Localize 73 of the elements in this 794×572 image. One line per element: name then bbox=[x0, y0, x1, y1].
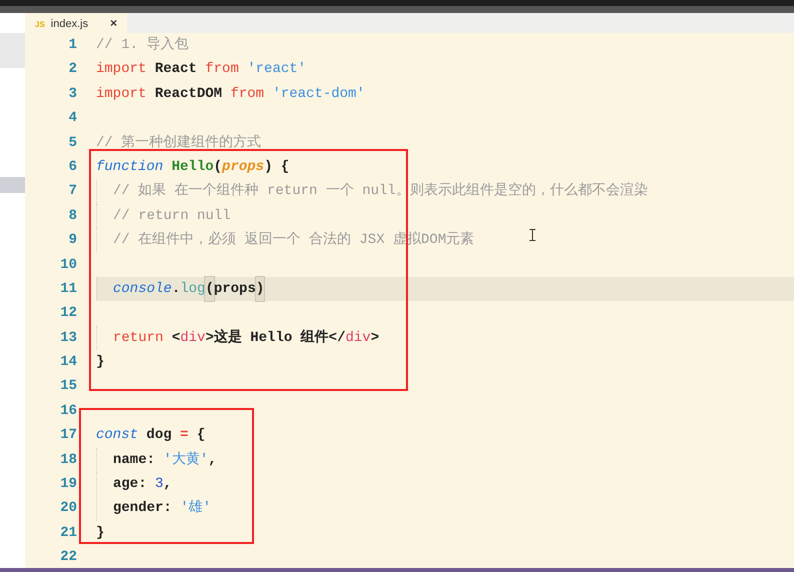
code-token: React bbox=[154, 60, 198, 80]
matched-bracket: ) bbox=[256, 276, 264, 302]
code-token: >这是 Hello 组件</ bbox=[205, 328, 346, 348]
code-token: < bbox=[170, 328, 180, 348]
line-number: 14 bbox=[59, 353, 77, 372]
code-token: import bbox=[96, 84, 146, 104]
code-token: const bbox=[96, 426, 138, 446]
sidebar-highlight bbox=[0, 33, 25, 68]
code-token: // return null bbox=[113, 206, 231, 226]
line-number: 11 bbox=[59, 280, 77, 299]
code-token: = bbox=[180, 426, 188, 446]
code-token: log bbox=[180, 280, 206, 299]
code-token: } bbox=[96, 353, 104, 372]
line-number: 21 bbox=[59, 524, 77, 543]
line-number: 3 bbox=[68, 84, 77, 104]
line-number: 16 bbox=[59, 402, 77, 421]
sidebar-highlight bbox=[0, 177, 25, 193]
close-icon[interactable]: × bbox=[110, 16, 118, 30]
code-token: dog bbox=[145, 426, 173, 446]
matched-bracket: ( bbox=[205, 276, 214, 302]
line-number: 20 bbox=[59, 499, 77, 518]
code-token: // 如果 在一个组件种 return 一个 null。则表示此组件是空的，什么都不会渲染 bbox=[113, 181, 648, 202]
code-token: import bbox=[96, 60, 146, 80]
code-token: Hello bbox=[170, 158, 214, 177]
file-tab[interactable]: JS index.js × bbox=[25, 13, 128, 33]
code-token: , bbox=[208, 450, 217, 470]
line-number: 15 bbox=[59, 377, 77, 396]
line-number: 22 bbox=[59, 548, 77, 568]
code-token: ReactDOM bbox=[154, 84, 224, 104]
code-token: props bbox=[222, 158, 264, 177]
code-token: div bbox=[180, 328, 206, 348]
code-token: , bbox=[163, 475, 172, 494]
code-token: { bbox=[196, 426, 206, 446]
line-number: 18 bbox=[59, 450, 77, 470]
code-token: // 在组件中，必须 返回一个 合法的 JSX 虚拟DOM元素 bbox=[113, 230, 474, 250]
code-token: 'react' bbox=[246, 60, 306, 80]
code-token: ) { bbox=[264, 158, 290, 177]
code-token: gender: bbox=[113, 499, 173, 518]
code-token: '大黄' bbox=[163, 450, 208, 470]
line-number: 7 bbox=[68, 182, 77, 202]
text-cursor-icon bbox=[529, 229, 536, 241]
code-token: name: bbox=[113, 450, 156, 470]
line-number: 5 bbox=[68, 134, 77, 153]
line-number: 9 bbox=[68, 231, 77, 250]
code-token: div bbox=[345, 328, 371, 348]
code-token: from bbox=[230, 84, 264, 104]
code-token: } bbox=[96, 524, 104, 543]
line-number: 10 bbox=[59, 256, 77, 275]
code-token: . bbox=[172, 280, 180, 299]
code-token: 'react-dom' bbox=[271, 84, 365, 104]
code-token: // 第一种创建组件的方式 bbox=[96, 133, 262, 153]
js-file-icon: JS bbox=[35, 20, 45, 29]
code-token: '雄' bbox=[180, 498, 212, 518]
code-token: ( bbox=[214, 158, 222, 177]
line-number: 2 bbox=[68, 60, 77, 80]
code-token: > bbox=[370, 328, 380, 348]
line-number: 6 bbox=[68, 158, 77, 177]
code-token: props bbox=[214, 280, 256, 299]
line-number: 17 bbox=[59, 426, 77, 446]
code-token: age: bbox=[113, 475, 148, 494]
line-number: 4 bbox=[68, 109, 77, 128]
code-token: 3 bbox=[155, 475, 164, 494]
line-number: 12 bbox=[59, 304, 77, 324]
line-number: 8 bbox=[68, 206, 77, 226]
code-token: from bbox=[205, 60, 239, 80]
code-token: // 1. 导入包 bbox=[96, 36, 188, 55]
line-number: 1 bbox=[68, 36, 77, 55]
line-number: 13 bbox=[59, 328, 77, 348]
code-token: console bbox=[113, 280, 172, 299]
code-token: function bbox=[96, 158, 164, 177]
line-number: 19 bbox=[59, 475, 77, 494]
code-token: return bbox=[113, 328, 164, 348]
tab-label: index.js bbox=[50, 18, 88, 30]
